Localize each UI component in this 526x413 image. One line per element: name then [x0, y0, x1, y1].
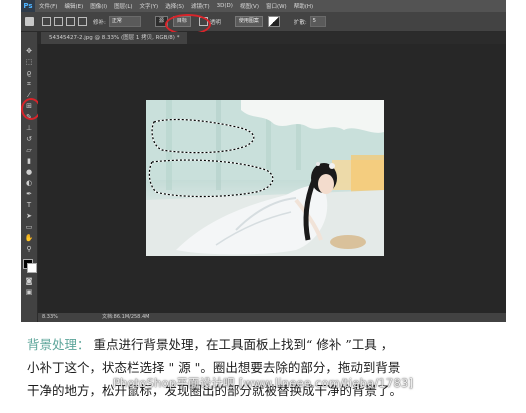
quick-mask-icon[interactable]: ◙ [23, 276, 35, 286]
new-selection-icon[interactable] [42, 17, 51, 26]
intersect-selection-icon[interactable] [78, 17, 87, 26]
status-bar: 8.33% 文档:86.1M/258.4M [38, 313, 506, 322]
tutorial-caption: 背景处理： 重点进行背景处理，在工具面板上找到“ 修补 ”工具 ， 小补丁这个，… [27, 333, 507, 402]
diffusion-input[interactable]: 5 [309, 16, 326, 27]
menu-bar: Ps 文件(F) 编辑(E) 图像(I) 图层(L) 文字(Y) 选择(S) 滤… [21, 0, 506, 12]
patch-mode-select[interactable]: 正常 [108, 16, 141, 27]
lasso-icon[interactable]: ϱ [23, 68, 35, 78]
menu-view[interactable]: 视图(V) [240, 2, 259, 10]
transparent-label: 透明 [209, 19, 221, 26]
patch-label: 修补: [93, 19, 106, 26]
shape-icon[interactable]: ▭ [23, 222, 35, 232]
menu-edit[interactable]: 编辑(E) [64, 2, 83, 10]
type-icon[interactable]: T [23, 200, 35, 210]
background-color-swatch[interactable] [27, 263, 37, 273]
menu-filter[interactable]: 滤镜(T) [191, 2, 210, 10]
tool-panel: ✥ ⬚ ϱ ⌗ ⁄ ⊞ ✎ ⊥ ↺ ▱ ▮ ● ◐ ✒ T ➤ ▭ ✋ ⚲ ◙ … [21, 32, 38, 322]
menu-3d[interactable]: 3D(D) [217, 3, 233, 9]
dodge-icon[interactable]: ◐ [23, 178, 35, 188]
diffusion-label: 扩散: [293, 19, 307, 26]
subtract-selection-icon[interactable] [66, 17, 75, 26]
document-tab[interactable]: 54345427-2.jpg @ 8.33% (图层 1 拷贝, RGB/8) … [41, 32, 188, 44]
zoom-icon[interactable]: ⚲ [23, 244, 35, 254]
history-brush-icon[interactable]: ↺ [23, 134, 35, 144]
zoom-readout[interactable]: 8.33% [42, 313, 58, 322]
pen-icon[interactable]: ✒ [23, 189, 35, 199]
caption-line-1: 背景处理： 重点进行背景处理，在工具面板上找到“ 修补 ”工具 ， [27, 333, 507, 356]
pattern-swatch-icon[interactable] [267, 16, 280, 27]
ps-logo-icon: Ps [21, 0, 35, 12]
crop-icon[interactable]: ⌗ [23, 79, 35, 89]
eraser-icon[interactable]: ▱ [23, 145, 35, 155]
patch-tool-preset-icon[interactable] [25, 17, 34, 26]
blur-icon[interactable]: ● [23, 167, 35, 177]
photo-scene [146, 100, 384, 256]
hand-icon[interactable]: ✋ [23, 233, 35, 243]
path-select-icon[interactable]: ➤ [23, 211, 35, 221]
menu-window[interactable]: 窗口(W) [266, 2, 287, 10]
menu-type[interactable]: 文字(Y) [140, 2, 159, 10]
move-icon[interactable]: ✥ [23, 46, 35, 56]
screen-mode-icon[interactable]: ▣ [23, 287, 35, 297]
marquee-icon[interactable]: ⬚ [23, 57, 35, 67]
document-photo[interactable] [146, 100, 384, 256]
stamp-icon[interactable]: ⊥ [23, 123, 35, 133]
watermark: PhotoShop平面设计吧 [www.lineee.com/tieba/178… [112, 376, 414, 390]
use-pattern-button[interactable]: 使用图案 [234, 16, 263, 27]
caption-line-1-text: 重点进行背景处理，在工具面板上找到“ 修补 ”工具 ， [93, 337, 394, 352]
photoshop-window: Ps 文件(F) 编辑(E) 图像(I) 图层(L) 文字(Y) 选择(S) 滤… [21, 0, 506, 322]
menu-help[interactable]: 帮助(H) [294, 2, 313, 10]
gradient-icon[interactable]: ▮ [23, 156, 35, 166]
caption-heading: 背景处理： [27, 337, 90, 352]
document-tab-bar: 54345427-2.jpg @ 8.33% (图层 1 拷贝, RGB/8) … [37, 32, 506, 44]
doc-info[interactable]: 文档:86.1M/258.4M [102, 313, 149, 322]
menu-image[interactable]: 图像(I) [90, 2, 107, 10]
menu-select[interactable]: 选择(S) [165, 2, 184, 10]
menu-layer[interactable]: 图层(L) [114, 2, 132, 10]
add-selection-icon[interactable] [54, 17, 63, 26]
menu-file[interactable]: 文件(F) [39, 2, 57, 10]
options-bar: 修补: 正常 源 目标 透明 使用图案 扩散: 5 [21, 12, 506, 32]
